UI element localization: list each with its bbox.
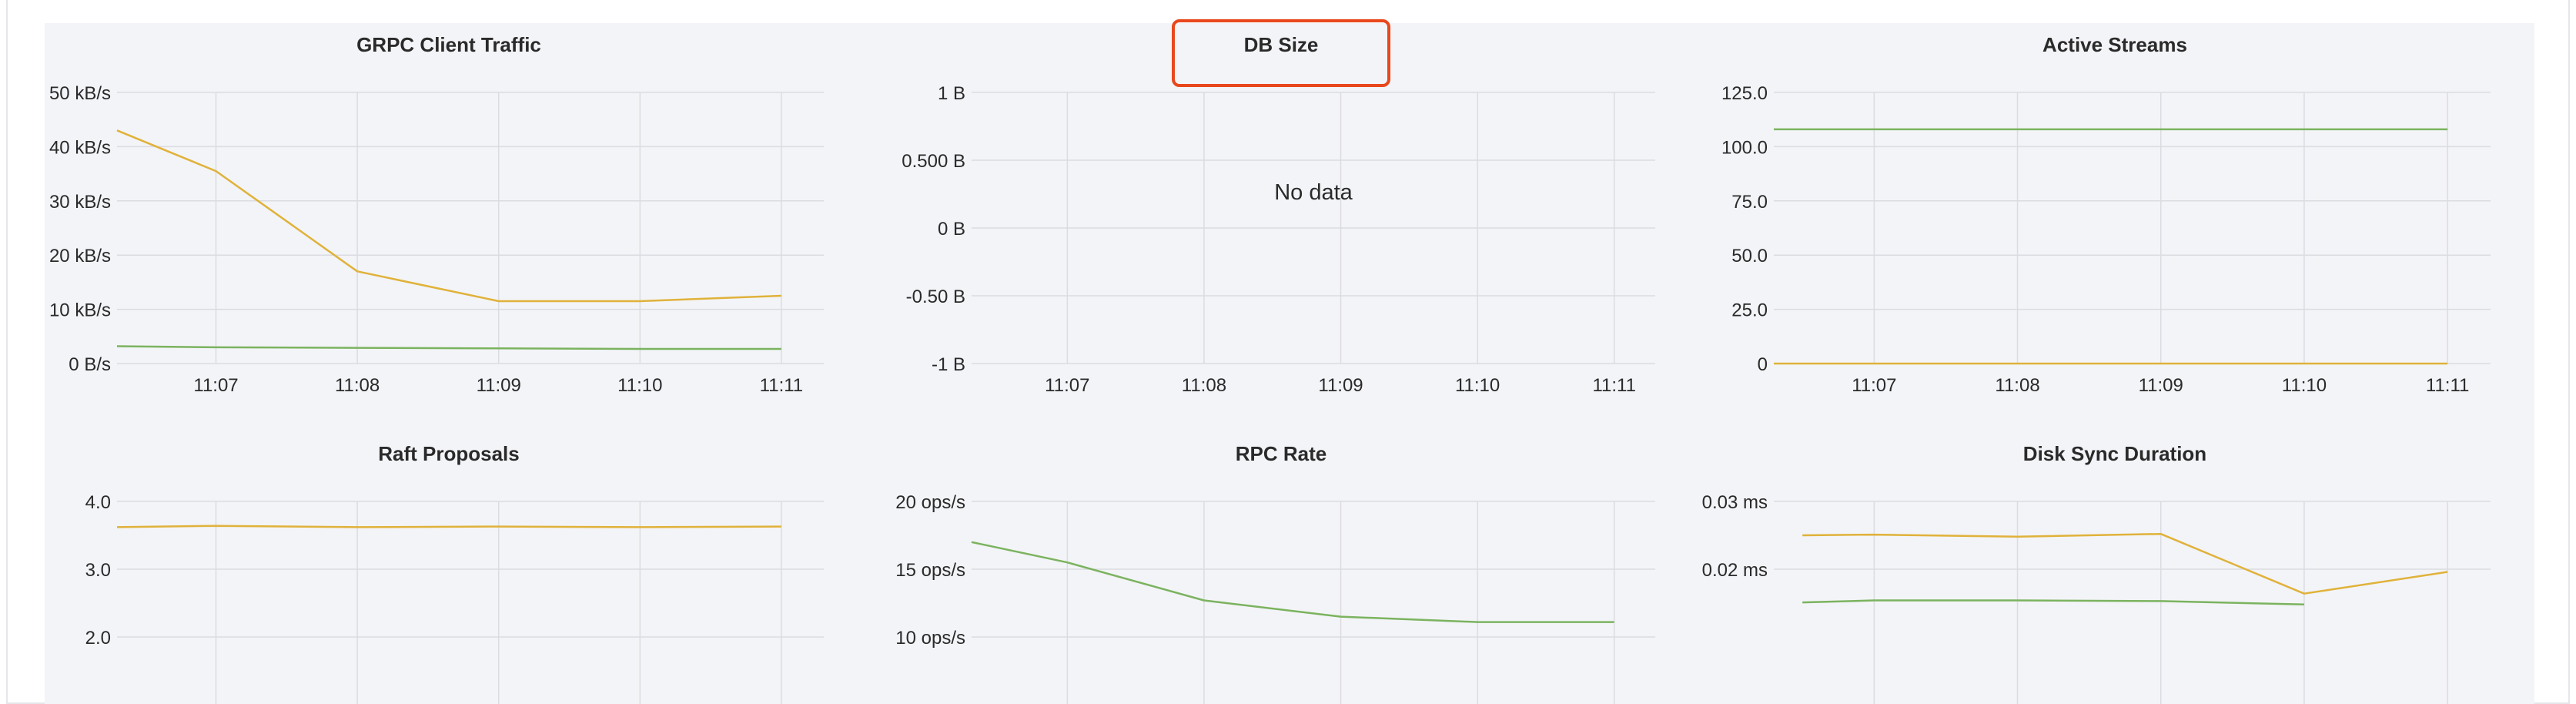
x-tick-label: 11:11 <box>760 375 804 396</box>
series-line-1 <box>1802 532 2448 595</box>
panel-2[interactable]: DB Size -1 B -0.50 B 0 B 0.500 B 1 B 11:07 11:0… <box>902 19 1655 396</box>
y-tick-label: 20 kB/s <box>49 246 111 267</box>
y-tick-label: 0 B/s <box>69 354 111 375</box>
y-tick-label: 2.0 <box>85 628 111 649</box>
chart-title: Disk Sync Duration <box>2023 442 2206 465</box>
chart-title: RPC Rate <box>1236 442 1326 465</box>
y-tick-label: 0 B <box>938 219 965 240</box>
panel-5[interactable]: RPC Rate 10 ops/s 15 ops/s 20 ops/s <box>895 442 1655 704</box>
chart-title: GRPC Client Traffic <box>356 33 541 56</box>
y-tick-label: 125.0 <box>1721 83 1768 104</box>
y-tick-label: -1 B <box>932 354 965 375</box>
x-tick-label: 11:08 <box>1995 375 2039 396</box>
chart-title: DB Size <box>1244 33 1319 56</box>
series-line-1 <box>971 541 1614 623</box>
x-tick-label: 11:11 <box>1592 375 1636 396</box>
x-tick-label: 11:08 <box>1182 375 1226 396</box>
chart-title: Raft Proposals <box>378 442 520 465</box>
x-tick-label: 11:08 <box>335 375 380 396</box>
x-tick-label: 11:09 <box>2139 375 2183 396</box>
chart-title: Active Streams <box>2042 33 2187 56</box>
y-tick-label: 15 ops/s <box>895 560 965 581</box>
x-tick-label: 11:10 <box>2282 375 2327 396</box>
y-tick-label: 50 kB/s <box>49 83 111 104</box>
y-tick-label: 10 ops/s <box>895 628 965 649</box>
y-tick-label: 75.0 <box>1731 192 1768 213</box>
x-tick-label: 11:09 <box>477 375 521 396</box>
y-tick-label: 25.0 <box>1731 300 1768 321</box>
x-tick-label: 11:10 <box>617 375 662 396</box>
series-line-1 <box>116 129 781 303</box>
x-tick-label: 11:07 <box>1045 375 1089 396</box>
x-tick-label: 11:11 <box>2426 375 2470 396</box>
y-tick-label: 4.0 <box>85 492 111 513</box>
y-tick-label: 0.02 ms <box>1702 560 1768 581</box>
x-tick-label: 11:07 <box>1852 375 1896 396</box>
y-tick-label: 40 kB/s <box>49 137 111 158</box>
y-tick-label: 0.500 B <box>902 151 965 172</box>
y-tick-label: 50.0 <box>1731 246 1768 267</box>
y-tick-label: 1 B <box>938 83 965 104</box>
panel-1[interactable]: GRPC Client Traffic 0 B/s 10 kB/s 20 kB/s 30… <box>49 33 824 396</box>
charts-canvas: GRPC Client Traffic 0 B/s 10 kB/s 20 kB/s 30… <box>49 19 2491 704</box>
y-tick-label: 0.03 ms <box>1702 492 1768 513</box>
y-tick-label: 10 kB/s <box>49 300 111 321</box>
y-tick-label: 3.0 <box>85 560 111 581</box>
y-tick-label: 20 ops/s <box>895 492 965 513</box>
panel-4[interactable]: Raft Proposals 2.0 3.0 4.0 <box>85 442 824 704</box>
y-tick-label: 30 kB/s <box>49 192 111 213</box>
no-data-message: No data <box>1274 180 1353 205</box>
y-tick-label: 100.0 <box>1721 137 1768 158</box>
series-line-2 <box>116 345 781 350</box>
panel-6[interactable]: Disk Sync Duration 0.02 ms 0.03 ms <box>1702 442 2491 704</box>
x-tick-label: 11:09 <box>1318 375 1363 396</box>
x-tick-label: 11:10 <box>1455 375 1500 396</box>
y-tick-label: 0 <box>1758 354 1768 375</box>
series-line-2 <box>1802 599 2304 606</box>
y-tick-label: -0.50 B <box>906 287 965 307</box>
series-line-1 <box>116 525 781 528</box>
x-tick-label: 11:07 <box>193 375 238 396</box>
panel-3[interactable]: Active Streams 0 25.0 50.0 75.0 100.0 125.0 11:… <box>1721 33 2491 396</box>
